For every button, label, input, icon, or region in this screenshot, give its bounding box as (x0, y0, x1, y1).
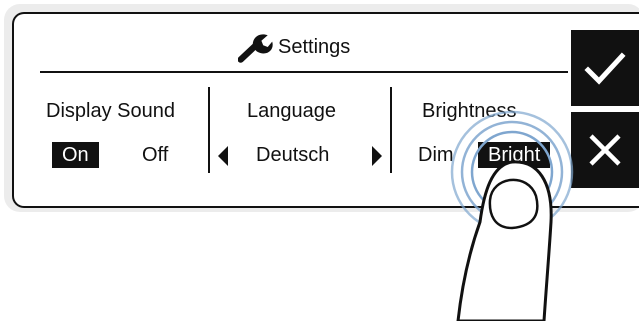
close-icon (589, 134, 621, 166)
wrench-icon (238, 34, 273, 63)
triangle-right-icon[interactable] (372, 146, 382, 166)
display-sound-off-option[interactable]: Off (132, 142, 178, 168)
brightness-label: Brightness (422, 100, 517, 122)
column-divider (208, 87, 210, 173)
column-divider (390, 87, 392, 173)
triangle-left-icon[interactable] (218, 146, 228, 166)
display-sound-on-option[interactable]: On (52, 142, 99, 168)
brightness-bright-option[interactable]: Bright (478, 142, 551, 168)
brightness-dim-option[interactable]: Dim (408, 142, 464, 168)
title-divider (40, 71, 568, 73)
confirm-button[interactable] (571, 30, 639, 106)
language-label: Language (247, 100, 336, 122)
page-title: Settings (238, 30, 350, 64)
title-text: Settings (278, 35, 351, 58)
cancel-button[interactable] (571, 112, 639, 188)
language-value: Deutsch (256, 144, 330, 166)
checkmark-icon (584, 52, 626, 85)
display-sound-label: Display Sound (46, 100, 175, 122)
